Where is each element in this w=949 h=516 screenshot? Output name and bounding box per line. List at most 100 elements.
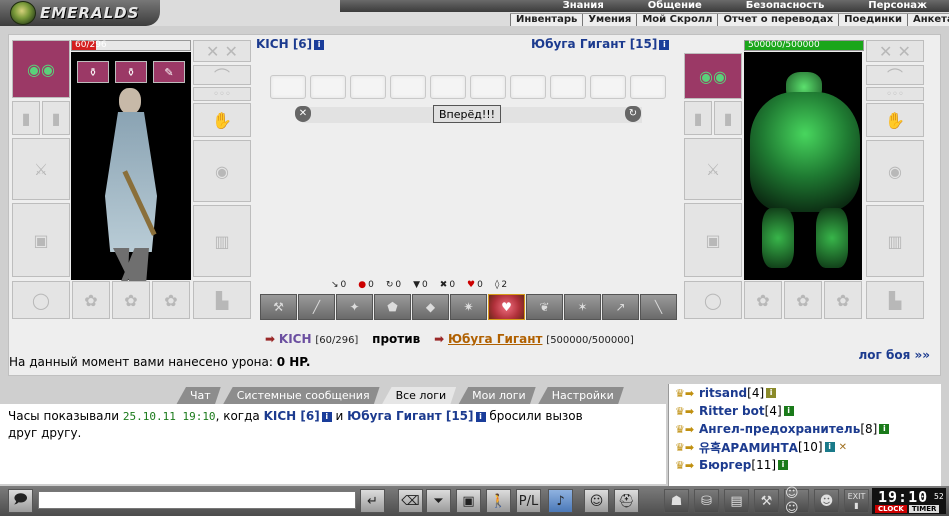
action-slot-4[interactable]: ⬟ <box>374 294 411 320</box>
friends-button[interactable]: ☺☺ <box>784 486 809 516</box>
walk-button[interactable]: 🚶 <box>486 489 511 513</box>
hit-slot-5[interactable] <box>430 75 466 99</box>
hit-slot-10[interactable] <box>630 75 666 99</box>
shield-slot[interactable]: ◉ <box>193 140 251 202</box>
potion-slot-1[interactable]: ⚱ <box>77 61 109 83</box>
scroll-slot[interactable]: ✎ <box>153 61 185 83</box>
forward-button[interactable]: Вперёд!!! <box>433 105 501 123</box>
info-icon[interactable]: i <box>766 388 777 398</box>
helmet-button[interactable]: ⛑ <box>614 489 639 513</box>
submenu-my-scroll[interactable]: Мой Скролл <box>636 14 717 26</box>
info-icon[interactable]: i <box>314 39 325 50</box>
submenu-skills[interactable]: Умения <box>582 14 636 26</box>
save-button[interactable]: ▣ <box>456 489 481 513</box>
action-slot-5[interactable]: ◆ <box>412 294 449 320</box>
info-icon[interactable]: i <box>824 442 835 452</box>
enemy-bracer-slot-left[interactable]: ▮ <box>684 101 712 135</box>
info-icon[interactable]: i <box>783 406 794 416</box>
ring-slot-3[interactable]: ✿ <box>152 281 190 319</box>
action-slot-1[interactable]: ⚒ <box>260 294 297 320</box>
exit-button[interactable]: EXIT ▮ <box>844 489 869 513</box>
tab-all-logs[interactable]: Все логи <box>382 387 457 405</box>
hit-slot-4[interactable] <box>390 75 426 99</box>
menu-item-character[interactable]: Персонаж <box>846 0 949 12</box>
ring-slot-2[interactable]: ✿ <box>112 281 150 319</box>
player-name-header[interactable]: KICH [6] i <box>256 37 325 51</box>
bracer-slot-right[interactable]: ▮ <box>42 101 70 135</box>
vs-enemy-name[interactable]: Юбуга Гигант <box>448 332 543 346</box>
logo[interactable]: EMERALDS <box>0 0 160 26</box>
enemy-belt-slot[interactable]: ◯ <box>684 281 742 319</box>
eraser-button[interactable]: ⌫ <box>398 489 423 513</box>
chat-player-name[interactable]: KICH [6] <box>264 409 320 423</box>
action-slot-8[interactable]: ❦ <box>526 294 563 320</box>
enemy-earring-slot[interactable]: ◦◦◦ <box>866 87 924 101</box>
action-slot-3[interactable]: ✦ <box>336 294 373 320</box>
earring-slot[interactable]: ◦◦◦ <box>193 87 251 101</box>
character-button[interactable]: ☗ <box>664 489 689 513</box>
enemy-shield-slot[interactable]: ◉ <box>866 140 924 202</box>
tab-settings[interactable]: Настройки <box>538 387 624 405</box>
helmet-slot[interactable]: ◉◉ <box>12 40 70 98</box>
player-row[interactable]: ♛➡ 유혹АРАМИНТА [10] i ✕ <box>669 438 941 456</box>
music-button[interactable]: ♪ <box>548 489 573 513</box>
action-slot-9[interactable]: ✶ <box>564 294 601 320</box>
chat-input[interactable] <box>38 491 356 509</box>
player-avatar[interactable]: ⚱ ⚱ ✎ <box>71 52 191 292</box>
enemy-ring-slot-1[interactable]: ✿ <box>744 281 782 319</box>
hit-slot-9[interactable] <box>590 75 626 99</box>
hit-slot-2[interactable] <box>310 75 346 99</box>
enemy-name-header[interactable]: Юбуга Гигант [15] i <box>531 37 670 51</box>
hit-slot-3[interactable] <box>350 75 386 99</box>
vs-player-name[interactable]: KICH <box>279 332 312 346</box>
player-row[interactable]: ♛➡ Ангел-предохранитель [8] i <box>669 420 941 438</box>
player-row[interactable]: ♛➡ Бюргер [11] i <box>669 456 941 474</box>
chat-mode-button[interactable]: 🗩 <box>8 489 33 513</box>
battle-log-link[interactable]: лог боя »» <box>859 348 931 362</box>
submenu-inventory[interactable]: Инвентарь <box>510 14 582 26</box>
filter-button[interactable]: ⏷ <box>426 489 451 513</box>
leggings-slot[interactable]: ▥ <box>193 205 251 277</box>
hit-slot-8[interactable] <box>550 75 586 99</box>
submenu-transfer-report[interactable]: Отчет о переводах <box>717 14 838 26</box>
menu-item-security[interactable]: Безопасность <box>724 0 847 12</box>
info-icon[interactable]: i <box>475 411 486 422</box>
action-slot-heart[interactable]: ♥ <box>488 294 525 320</box>
potion-slot-2[interactable]: ⚱ <box>115 61 147 83</box>
enemy-ring-slot-2[interactable]: ✿ <box>784 281 822 319</box>
info-icon[interactable]: i <box>879 424 890 434</box>
info-icon[interactable]: i <box>778 460 789 470</box>
enemy-avatar[interactable] <box>744 52 862 280</box>
hit-slot-7[interactable] <box>510 75 546 99</box>
timer-tab[interactable]: TIMER <box>908 505 940 513</box>
tools-button[interactable]: ⚒ <box>754 489 779 513</box>
armor-slot[interactable]: ▣ <box>12 203 70 277</box>
clan-button[interactable]: ☻ <box>814 489 839 513</box>
weapon-slot[interactable]: ⚔ <box>12 138 70 200</box>
translit-button[interactable]: P/L <box>516 489 541 513</box>
enemy-boots-slot[interactable]: ▙ <box>866 281 924 319</box>
enemy-amulet-slot[interactable]: ✕ ✕ <box>866 40 924 62</box>
bracer-slot-left[interactable]: ▮ <box>12 101 40 135</box>
menu-item-knowledge[interactable]: Знания <box>541 0 626 12</box>
send-button[interactable]: ↵ <box>360 489 385 513</box>
submenu-profile[interactable]: Анкета <box>906 14 949 26</box>
info-icon[interactable]: i <box>321 411 332 422</box>
player-row[interactable]: ♛➡ Ritter bot [4] i <box>669 402 941 420</box>
hit-slot-1[interactable] <box>270 75 306 99</box>
bag-button[interactable]: ⛁ <box>694 489 719 513</box>
action-slot-11[interactable]: ╲ <box>640 294 677 320</box>
menu-item-social[interactable]: Общение <box>626 0 724 12</box>
action-slot-2[interactable]: ╱ <box>298 294 335 320</box>
chat-enemy-name[interactable]: Юбуга Гигант [15] <box>347 409 473 423</box>
info-icon[interactable]: i <box>659 39 670 50</box>
belt-slot[interactable]: ◯ <box>12 281 70 319</box>
submenu-duels[interactable]: Поединки <box>838 14 907 26</box>
necklace-slot[interactable]: ⌒ <box>193 65 251 86</box>
enemy-necklace-slot[interactable]: ⌒ <box>866 65 924 86</box>
hit-slot-6[interactable] <box>470 75 506 99</box>
tab-my-logs[interactable]: Мои логи <box>458 387 536 405</box>
chest-button[interactable]: ▤ <box>724 489 749 513</box>
action-slot-6[interactable]: ✷ <box>450 294 487 320</box>
clock-tab[interactable]: CLOCK <box>875 505 907 513</box>
